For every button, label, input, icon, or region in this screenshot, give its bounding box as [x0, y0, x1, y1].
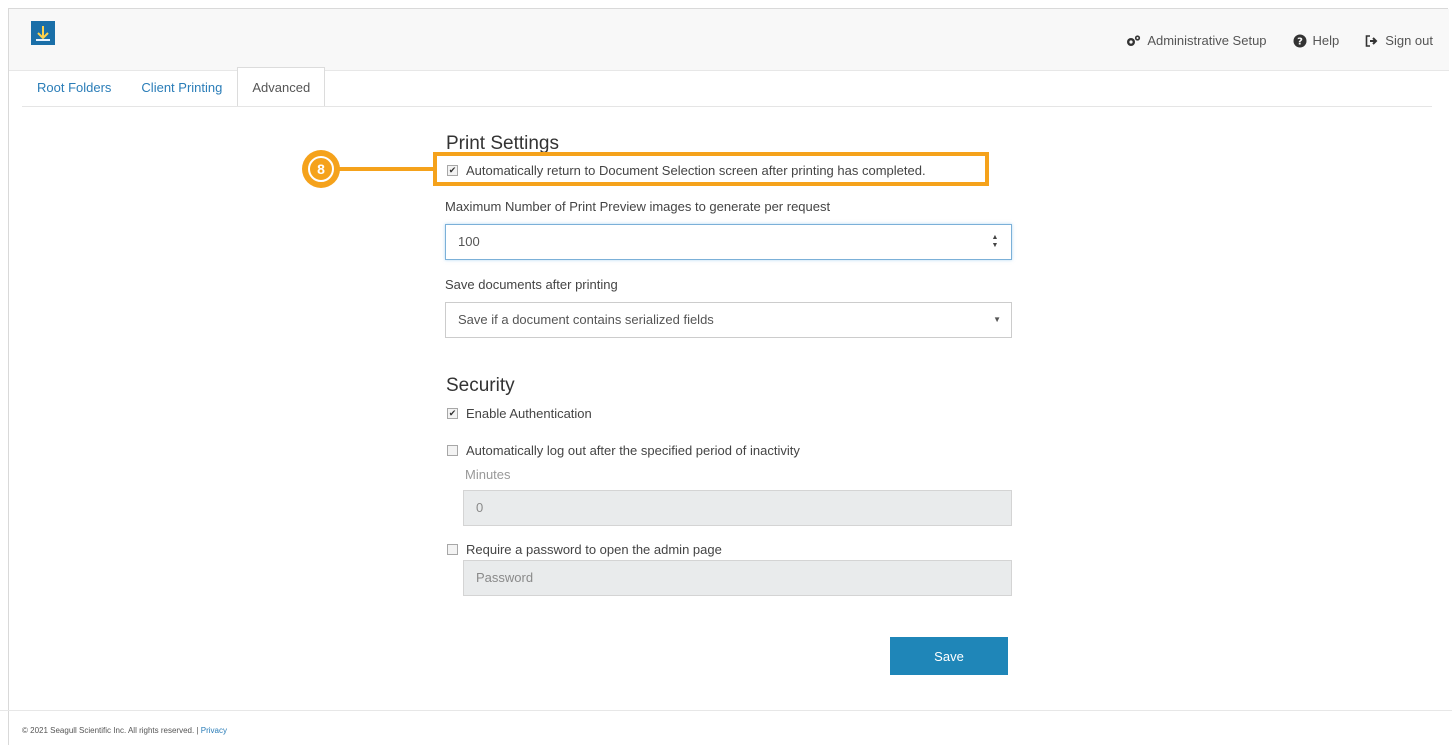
save-docs-label: Save documents after printing — [445, 277, 618, 292]
max-preview-input[interactable]: 100 ▲ ▼ — [445, 224, 1012, 260]
save-button[interactable]: Save — [890, 637, 1008, 675]
app-logo[interactable] — [31, 21, 55, 45]
admin-setup-label: Administrative Setup — [1147, 33, 1267, 48]
auto-logout-label: Automatically log out after the specifie… — [466, 443, 800, 458]
minutes-label: Minutes — [465, 467, 511, 482]
spin-up-icon[interactable]: ▲ — [992, 234, 999, 241]
callout-number: 8 — [308, 156, 334, 182]
sign-out-icon — [1365, 34, 1378, 47]
save-docs-select[interactable]: Save if a document contains serialized f… — [445, 302, 1012, 338]
max-preview-label: Maximum Number of Print Preview images t… — [445, 199, 831, 214]
minutes-input[interactable]: 0 — [463, 490, 1012, 526]
password-input[interactable]: Password — [463, 560, 1012, 596]
spin-down-icon[interactable]: ▼ — [992, 242, 999, 249]
callout-badge: 8 — [302, 150, 340, 188]
tab-root-folders[interactable]: Root Folders — [22, 67, 126, 107]
app-frame: Administrative Setup ? Help Sign out — [8, 8, 1449, 745]
svg-text:?: ? — [1297, 36, 1303, 47]
help-link[interactable]: ? Help — [1293, 33, 1340, 48]
security-heading: Security — [446, 375, 515, 396]
auto-logout-row: Automatically log out after the specifie… — [447, 443, 800, 458]
tab-divider — [22, 106, 1432, 107]
number-spinner[interactable]: ▲ ▼ — [991, 234, 999, 249]
settings-tabs: Root Folders Client Printing Advanced — [22, 67, 326, 107]
privacy-link[interactable]: Privacy — [201, 726, 227, 735]
enable-auth-label: Enable Authentication — [466, 406, 592, 421]
enable-auth-row: ✔ Enable Authentication — [447, 406, 592, 421]
logo-icon — [31, 21, 55, 45]
password-placeholder: Password — [476, 570, 534, 585]
sign-out-link[interactable]: Sign out — [1365, 33, 1433, 48]
sign-out-label: Sign out — [1385, 33, 1433, 48]
chevron-down-icon: ▼ — [993, 315, 1001, 324]
callout-connector — [330, 167, 433, 171]
minutes-value: 0 — [476, 500, 484, 515]
save-docs-value: Save if a document contains serialized f… — [458, 312, 714, 327]
top-nav-links: Administrative Setup ? Help Sign out — [1125, 33, 1433, 48]
admin-setup-link[interactable]: Administrative Setup — [1125, 33, 1267, 48]
gears-icon — [1127, 34, 1141, 46]
require-password-label: Require a password to open the admin pag… — [466, 542, 722, 557]
enable-auth-checkbox[interactable]: ✔ — [447, 408, 458, 419]
require-password-row: Require a password to open the admin pag… — [447, 542, 722, 557]
top-navbar: Administrative Setup ? Help Sign out — [9, 9, 1449, 71]
question-circle-icon: ? — [1293, 34, 1307, 47]
callout-highlight-box — [433, 152, 989, 186]
tab-client-printing[interactable]: Client Printing — [126, 67, 237, 107]
footer-copyright: © 2021 Seagull Scientific Inc. All right… — [22, 726, 195, 735]
footer: © 2021 Seagull Scientific Inc. All right… — [22, 726, 227, 735]
require-password-checkbox[interactable] — [447, 544, 458, 555]
auto-logout-checkbox[interactable] — [447, 445, 458, 456]
footer-separator: | — [196, 726, 199, 735]
tab-advanced[interactable]: Advanced — [237, 67, 326, 107]
max-preview-value: 100 — [458, 234, 480, 249]
help-label: Help — [1312, 33, 1340, 48]
footer-divider — [0, 710, 1452, 711]
